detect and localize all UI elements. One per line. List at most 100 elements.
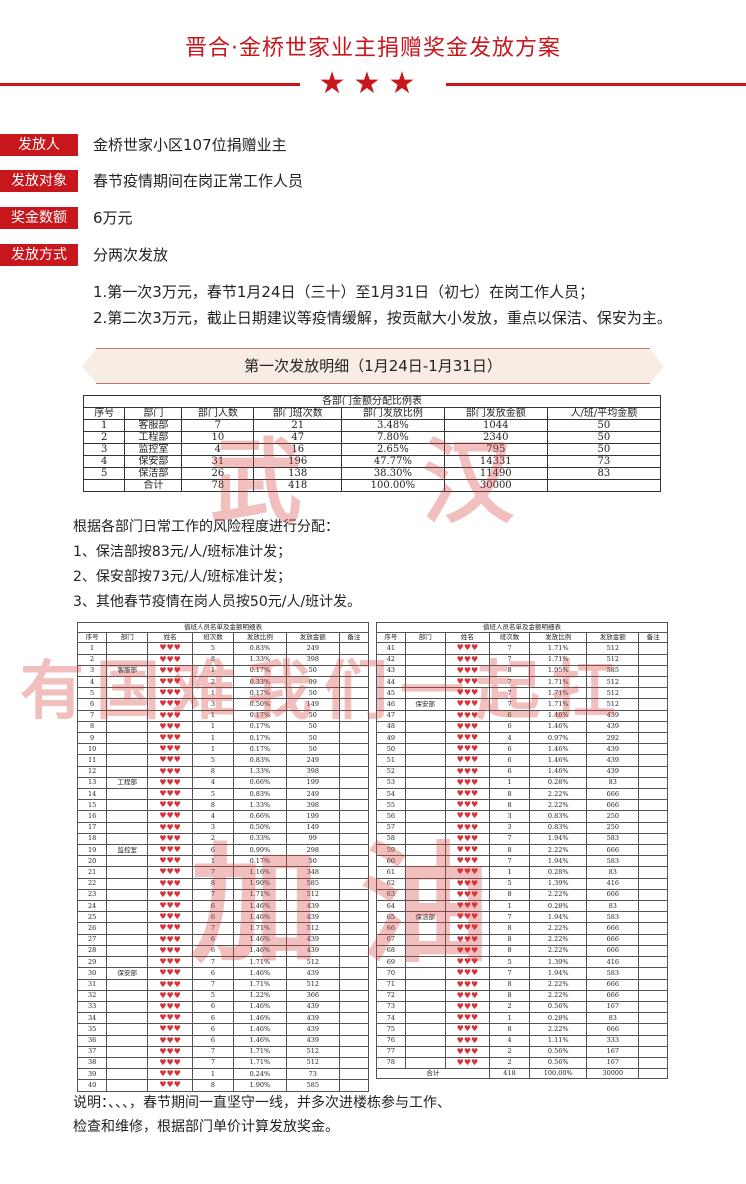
row-ratio: 0.56% bbox=[529, 1056, 588, 1070]
row-number: 41 bbox=[376, 642, 406, 655]
row-amount: 583 bbox=[586, 855, 640, 868]
row-department bbox=[404, 1000, 446, 1014]
row-department bbox=[404, 922, 446, 935]
heart-icon: ♥♥♥ bbox=[456, 665, 479, 675]
table-row: 43 ♥♥♥ 8 1.95% 585 bbox=[376, 664, 668, 678]
redacted-name: ♥♥♥ bbox=[147, 743, 193, 756]
row-shifts: 7 bbox=[191, 922, 234, 935]
heart-icon: ♥♥♥ bbox=[456, 979, 479, 989]
row-remark bbox=[638, 911, 668, 924]
note-line-1: 说明：、、、，春节期间一直坚守一线，并多次进楼栋参与工作、 bbox=[73, 1095, 451, 1111]
row-remark bbox=[638, 653, 668, 666]
heart-icon: ♥♥♥ bbox=[159, 1024, 181, 1034]
row-amount: 99 bbox=[285, 676, 340, 689]
row-ratio: 2.22% bbox=[529, 1023, 588, 1036]
row-number: 38 bbox=[76, 1056, 108, 1070]
row-ratio: 0.83% bbox=[232, 642, 287, 655]
heart-icon: ♥♥♥ bbox=[159, 733, 181, 743]
redacted-name: ♥♥♥ bbox=[147, 821, 193, 834]
table-cell: 795 bbox=[443, 443, 548, 456]
row-amount: 583 bbox=[586, 967, 640, 980]
row-shifts: 1 bbox=[191, 687, 234, 700]
heart-icon: ♥♥♥ bbox=[456, 845, 479, 855]
row-department bbox=[404, 765, 446, 778]
redacted-name: ♥♥♥ bbox=[444, 709, 490, 722]
row-shifts: 4 bbox=[191, 776, 234, 790]
row-amount: 50 bbox=[285, 664, 340, 678]
table-row: 55 ♥♥♥ 8 2.22% 666 bbox=[376, 799, 668, 812]
redacted-name: ♥♥♥ bbox=[147, 832, 193, 846]
row-number: 16 bbox=[76, 810, 108, 823]
row-amount: 167 bbox=[586, 1000, 640, 1014]
heart-icon: ♥♥♥ bbox=[456, 912, 479, 922]
heart-icon: ♥♥♥ bbox=[159, 1069, 181, 1079]
row-amount: 167 bbox=[586, 1045, 640, 1058]
row-department bbox=[106, 877, 149, 890]
row-shifts: 2 bbox=[191, 676, 234, 689]
table-cell: 客服部 bbox=[124, 419, 183, 432]
row-amount: 439 bbox=[586, 743, 640, 756]
redacted-name: ♥♥♥ bbox=[444, 720, 490, 734]
row-remark bbox=[338, 1045, 370, 1058]
header-cell: 发放比例 bbox=[232, 632, 287, 644]
row-amount: 167 bbox=[586, 1056, 640, 1070]
row-department bbox=[404, 900, 446, 913]
row-shifts: 8 bbox=[191, 765, 234, 778]
row-department bbox=[106, 956, 149, 969]
row-department bbox=[106, 1023, 149, 1036]
row-number: 31 bbox=[76, 978, 108, 991]
header-cell: 班次数 bbox=[191, 632, 234, 644]
table-cell: 16 bbox=[253, 443, 342, 456]
row-shifts: 6 bbox=[488, 720, 531, 734]
row-remark bbox=[638, 933, 668, 946]
header-cell: 发放金额 bbox=[586, 632, 640, 644]
row-number: 56 bbox=[376, 810, 406, 823]
title-divider-left bbox=[0, 83, 300, 86]
table-cell: 73 bbox=[546, 455, 662, 468]
row-ratio: 1.71% bbox=[232, 1056, 287, 1070]
row-number: 24 bbox=[76, 900, 108, 913]
row-number: 66 bbox=[376, 922, 406, 935]
redacted-name: ♥♥♥ bbox=[147, 888, 193, 902]
heart-icon: ♥♥♥ bbox=[456, 677, 479, 687]
table-row: 21 ♥♥♥ 7 1.16% 348 bbox=[76, 866, 370, 879]
table-cell: 2340 bbox=[443, 431, 548, 444]
row-remark bbox=[338, 1023, 370, 1036]
rule-2: 2、保安部按73元/人/班标准计发； bbox=[73, 569, 292, 585]
header-cell: 发放比例 bbox=[529, 632, 588, 644]
row-remark bbox=[338, 687, 370, 700]
row-shifts: 1 bbox=[191, 743, 234, 756]
row-ratio: 1.46% bbox=[232, 1034, 287, 1047]
row-amount: 50 bbox=[285, 743, 340, 756]
heart-icon: ♥♥♥ bbox=[159, 811, 181, 821]
heart-icon: ♥♥♥ bbox=[456, 811, 479, 821]
row-ratio: 2.22% bbox=[529, 844, 588, 857]
row-amount: 666 bbox=[586, 844, 640, 857]
table-row: 4 ♥♥♥ 2 0.33% 99 bbox=[76, 676, 370, 689]
row-remark bbox=[638, 776, 668, 790]
row-amount: 199 bbox=[285, 810, 340, 823]
table-row: 71 ♥♥♥ 8 2.22% 666 bbox=[376, 978, 668, 991]
row-shifts: 2 bbox=[488, 1045, 531, 1058]
table-cell: 1 bbox=[82, 419, 126, 432]
row-department bbox=[106, 944, 149, 958]
heart-icon: ♥♥♥ bbox=[159, 923, 181, 933]
row-number: 39 bbox=[76, 1068, 108, 1081]
row-ratio: 1.94% bbox=[529, 832, 588, 846]
heart-icon: ♥♥♥ bbox=[456, 968, 479, 978]
row-number: 14 bbox=[76, 788, 108, 801]
row-ratio: 1.46% bbox=[232, 1012, 287, 1025]
row-number: 61 bbox=[376, 866, 406, 879]
row-number: 35 bbox=[76, 1023, 108, 1036]
row-amount: 298 bbox=[285, 844, 340, 857]
row-shifts: 3 bbox=[488, 810, 531, 823]
redacted-name: ♥♥♥ bbox=[444, 732, 490, 745]
table-row: 65 保洁部 ♥♥♥ 7 1.94% 583 bbox=[376, 911, 668, 924]
row-department bbox=[404, 709, 446, 722]
table-row: 8 ♥♥♥ 1 0.17% 50 bbox=[76, 720, 370, 734]
row-ratio: 1.46% bbox=[232, 900, 287, 913]
row-amount: 439 bbox=[285, 1034, 340, 1047]
table-cell: 78 bbox=[181, 479, 255, 492]
table-cell: 3.48% bbox=[340, 419, 445, 432]
row-amount: 512 bbox=[285, 956, 340, 969]
